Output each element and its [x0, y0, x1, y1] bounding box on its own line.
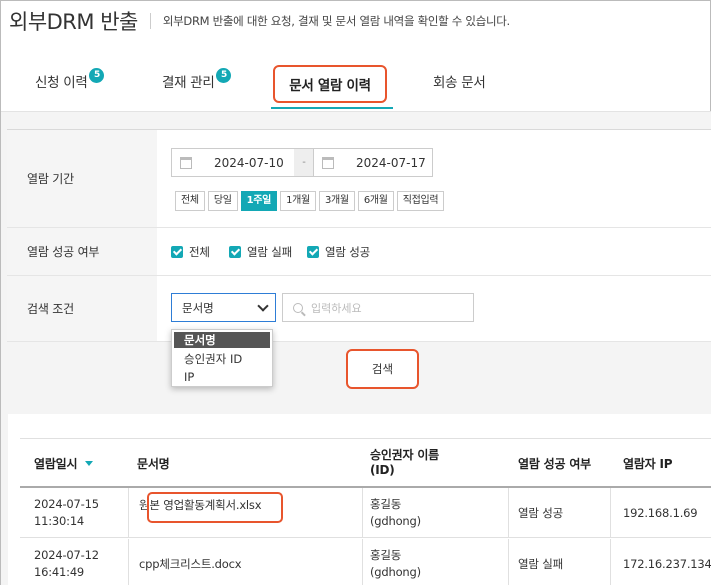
column-divider	[508, 488, 509, 538]
date-from-input[interactable]: 2024-07-10	[171, 148, 295, 177]
column-divider	[362, 539, 363, 585]
cell-datetime: 2024-07-15 11:30:14	[34, 488, 99, 538]
cell-datetime: 2024-07-12 16:41:49	[34, 539, 99, 585]
count-badge: 5	[216, 67, 232, 83]
cell-ip: 192.168.1.69	[623, 505, 698, 520]
period-all-button[interactable]: 전체	[175, 191, 205, 211]
cell-status: 열람 실패	[518, 556, 563, 571]
cell-status: 열람 성공	[518, 505, 563, 520]
column-divider	[610, 488, 611, 538]
checkbox-icon	[307, 246, 319, 258]
date-from-value: 2024-07-10	[214, 155, 284, 170]
search-input[interactable]: 입력하세요	[282, 293, 474, 322]
period-custom-button[interactable]: 직접입력	[396, 191, 445, 211]
cell-time: 16:41:49	[34, 565, 85, 579]
col-view-datetime[interactable]: 열람일시	[34, 439, 94, 487]
period-6month-button[interactable]: 6개월	[357, 191, 394, 211]
tab-bar: 신청 이력 5 결재 관리 5 문서 열람 이력 회송 문서	[1, 57, 711, 109]
tab-label: 문서 열람 이력	[289, 78, 371, 94]
filter-row-success: 열람 성공 여부 전체 열람 실패 열람 성공	[7, 228, 711, 276]
date-separator: -	[294, 148, 314, 177]
highlight-box	[147, 492, 283, 523]
search-placeholder: 입력하세요	[311, 301, 362, 315]
tab-label: 회송 문서	[433, 75, 486, 91]
cell-date: 2024-07-12	[34, 548, 99, 562]
page-title: 외부DRM 반출	[9, 10, 138, 34]
calendar-icon	[180, 156, 192, 169]
col-approver: 승인권자 이름 (ID)	[370, 448, 440, 477]
chevron-down-icon	[257, 300, 269, 312]
count-badge: 5	[89, 67, 105, 83]
tab-returned-documents[interactable]: 회송 문서	[433, 71, 486, 91]
calendar-icon	[322, 156, 334, 169]
column-divider	[128, 488, 129, 538]
col-success: 열람 성공 여부	[518, 456, 591, 471]
dropdown-option-docname[interactable]: 문서명	[174, 332, 270, 348]
tab-label: 신청 이력	[35, 75, 88, 91]
table-header: 열람일시 문서명 승인권자 이름 (ID) 열람 성공 여부 열람자 IP	[20, 438, 711, 488]
date-to-value: 2024-07-17	[356, 155, 426, 170]
select-value: 문서명	[182, 300, 214, 315]
period-buttons: 전체 당일 1주일 1개월 3개월 6개월 직접입력	[175, 191, 445, 211]
filter-row-search: 검색 조건 문서명 입력하세요	[7, 276, 711, 342]
table-row[interactable]: 2024-07-15 11:30:14 원본 영업활동계획서.xlsx 홍길동 …	[20, 488, 711, 538]
dropdown-option-ip[interactable]: IP	[172, 368, 272, 386]
period-today-button[interactable]: 당일	[207, 191, 238, 211]
period-label: 열람 기간	[7, 130, 157, 227]
cell-approver: 홍길동 (gdhong)	[370, 488, 421, 538]
checkbox-icon	[171, 246, 183, 258]
cell-ip: 172.16.237.134	[623, 556, 711, 571]
active-tab-underline	[271, 107, 393, 109]
checkbox-all[interactable]: 전체	[171, 244, 210, 260]
history-table: 열람일시 문서명 승인권자 이름 (ID) 열람 성공 여부 열람자 IP 20…	[8, 414, 711, 585]
checkbox-icon	[229, 246, 241, 258]
date-to-input[interactable]: 2024-07-17	[313, 148, 433, 177]
table-row[interactable]: 2024-07-12 16:41:49 cpp체크리스트.docx 홍길동 (g…	[20, 539, 711, 585]
period-3month-button[interactable]: 3개월	[318, 191, 355, 211]
tab-approval-management[interactable]: 결재 관리 5	[162, 67, 232, 91]
tab-document-view-history[interactable]: 문서 열람 이력	[273, 65, 387, 103]
dropdown-option-approver-id[interactable]: 승인권자 ID	[172, 350, 272, 368]
page-header: 외부DRM 반출 외부DRM 반출에 대한 요청, 결재 및 문서 열람 내역을…	[9, 7, 510, 35]
cell-approver: 홍길동 (gdhong)	[370, 539, 421, 585]
checkbox-label: 열람 성공	[325, 245, 370, 259]
checkbox-label: 전체	[189, 245, 210, 259]
title-divider	[149, 13, 151, 29]
cell-docname[interactable]: cpp체크리스트.docx	[139, 539, 242, 585]
header-label: 열람일시	[34, 456, 78, 471]
success-label: 열람 성공 여부	[7, 228, 157, 275]
column-divider	[128, 539, 129, 585]
approver-id: (gdhong)	[370, 565, 421, 579]
search-field-dropdown: 문서명 승인권자 ID IP	[171, 329, 273, 387]
tab-request-history[interactable]: 신청 이력 5	[35, 67, 105, 91]
filter-panel: 열람 기간 2024-07-10 - 2024-07-17 전체 당일 1주일 …	[7, 129, 711, 342]
period-1week-button[interactable]: 1주일	[240, 191, 278, 211]
search-icon	[293, 302, 303, 313]
search-button[interactable]: 검색	[346, 349, 419, 389]
column-divider	[610, 539, 611, 585]
approver-id: (gdhong)	[370, 514, 421, 528]
checkbox-success[interactable]: 열람 성공	[307, 244, 370, 260]
checkbox-label: 열람 실패	[247, 245, 292, 259]
approver-name: 홍길동	[370, 497, 402, 511]
page-description: 외부DRM 반출에 대한 요청, 결재 및 문서 열람 내역을 확인할 수 있습…	[162, 14, 510, 28]
col-viewer-ip: 열람자 IP	[623, 456, 673, 471]
tab-label: 결재 관리	[162, 75, 215, 91]
search-condition-label: 검색 조건	[7, 276, 157, 341]
cell-time: 11:30:14	[34, 514, 85, 528]
search-field-select[interactable]: 문서명	[171, 293, 276, 322]
checkbox-failed[interactable]: 열람 실패	[229, 244, 292, 260]
filter-row-period: 열람 기간 2024-07-10 - 2024-07-17 전체 당일 1주일 …	[7, 130, 711, 228]
sort-down-icon	[85, 460, 94, 466]
column-divider	[508, 539, 509, 585]
period-1month-button[interactable]: 1개월	[280, 191, 316, 211]
column-divider	[362, 488, 363, 538]
cell-date: 2024-07-15	[34, 497, 99, 511]
approver-name: 홍길동	[370, 548, 402, 562]
